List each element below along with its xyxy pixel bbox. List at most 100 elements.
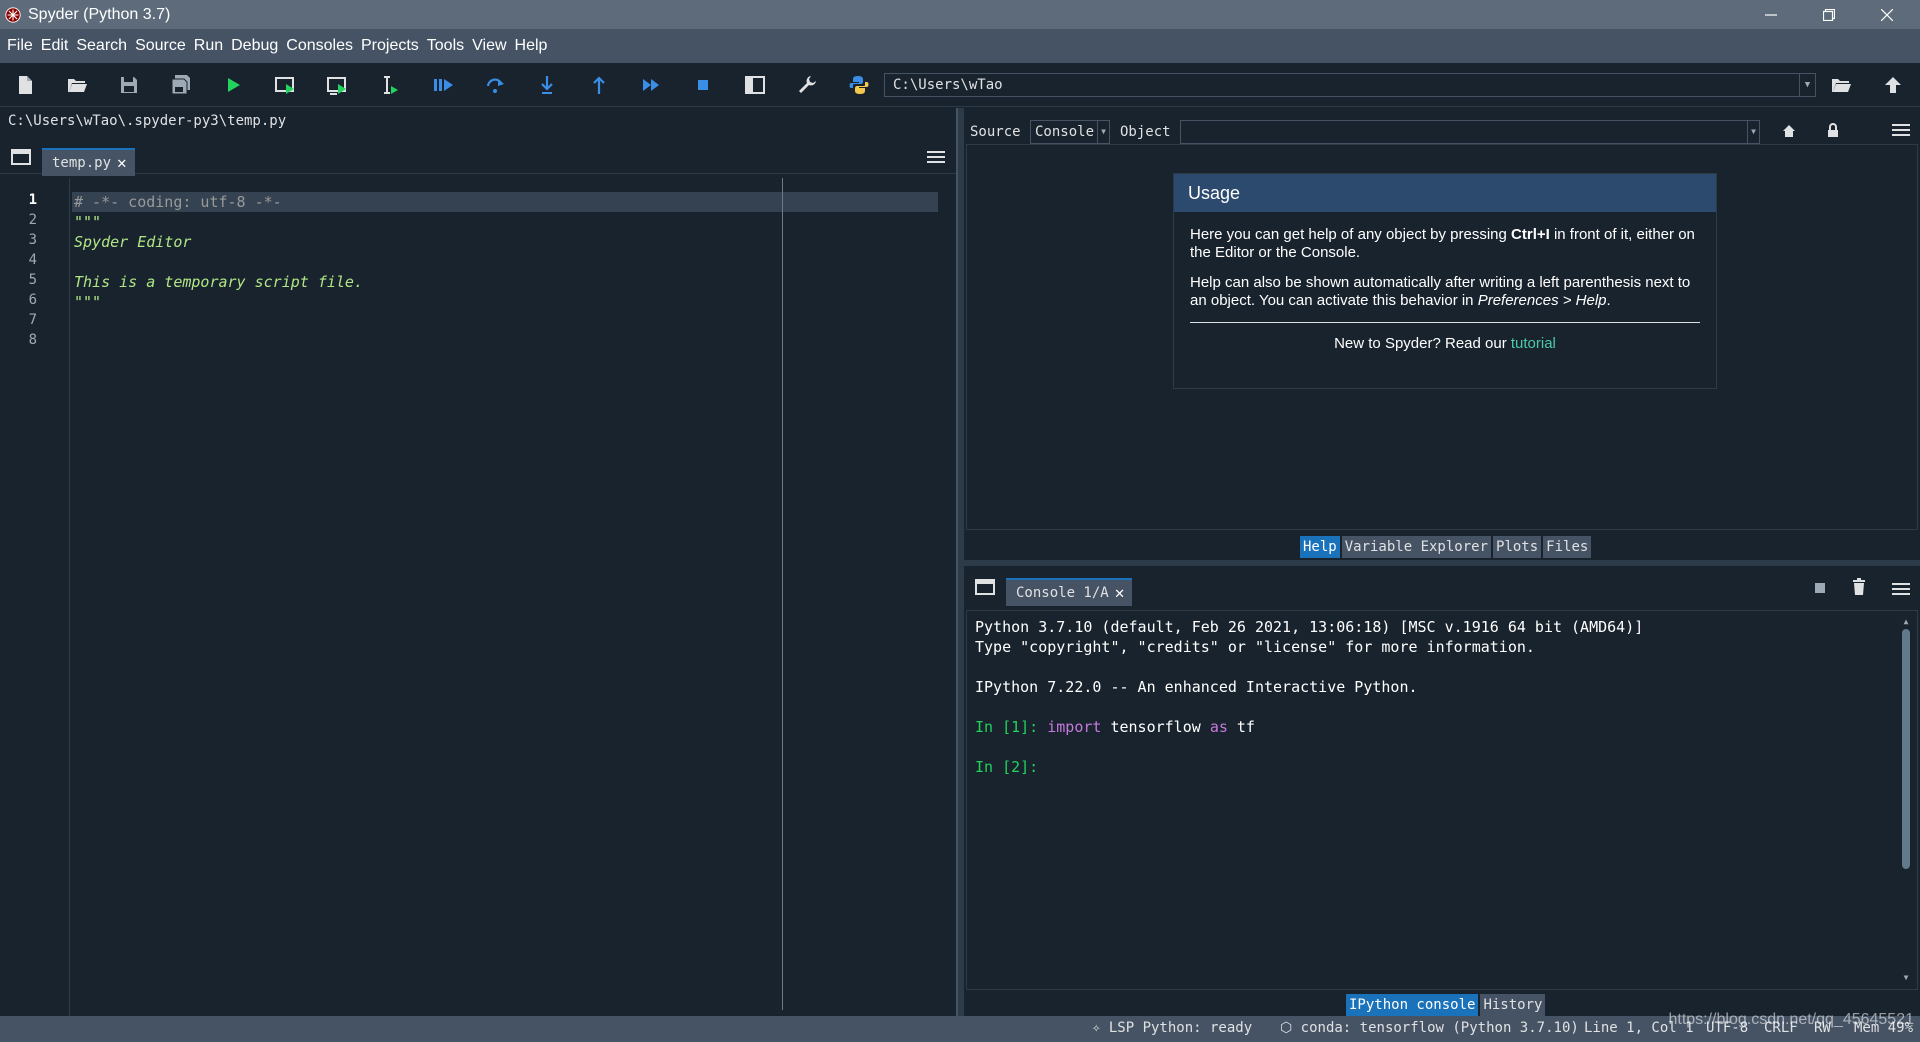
step-over-button[interactable] <box>480 70 510 100</box>
editor-options-menu-icon[interactable] <box>927 151 945 165</box>
console-pane: Console 1/A ✕ Python 3.7.10 (default, Fe… <box>964 566 1920 1016</box>
tab-console-1a[interactable]: Console 1/A ✕ <box>1006 578 1133 606</box>
console-scrollbar[interactable]: ▲ ▼ <box>1901 617 1911 983</box>
wrench-icon <box>799 76 816 93</box>
step-over-icon <box>486 78 504 93</box>
scrollbar-thumb[interactable] <box>1902 629 1910 869</box>
continue-button[interactable] <box>636 70 666 100</box>
new-file-button[interactable] <box>10 70 40 100</box>
save-icon <box>121 77 137 93</box>
object-combo[interactable]: ▼ <box>1180 120 1760 144</box>
browse-directory-button[interactable] <box>1826 70 1856 100</box>
continue-icon <box>643 79 659 91</box>
spyder-logo-icon <box>5 6 21 23</box>
source-label: Source <box>970 124 1021 140</box>
code-line: This is a temporary script file. <box>74 273 363 291</box>
tab-help[interactable]: Help <box>1300 536 1340 558</box>
maximize-pane-button[interactable] <box>740 70 770 100</box>
run-cell-advance-button[interactable] <box>322 70 352 100</box>
play-icon <box>228 78 240 92</box>
chevron-down-icon[interactable]: ▼ <box>1799 74 1815 96</box>
pythonpath-manager-button[interactable] <box>844 70 874 100</box>
ipython-console-output[interactable]: Python 3.7.10 (default, Feb 26 2021, 13:… <box>966 610 1918 990</box>
lock-icon[interactable] <box>1826 123 1840 138</box>
close-window-button[interactable] <box>1858 0 1916 29</box>
run-selection-icon <box>384 76 398 94</box>
tab-label: temp.py <box>52 155 112 171</box>
editor-pane: C:\Users\wTao\.spyder-py3\temp.py temp.p… <box>0 108 958 1016</box>
stop-debug-button[interactable] <box>688 70 718 100</box>
main-toolbar: C:\Users\wTao ▼ <box>0 63 1920 107</box>
line-number: 7 <box>28 312 37 328</box>
debug-button[interactable] <box>428 70 458 100</box>
menu-search[interactable]: Search <box>72 29 131 63</box>
tab-history[interactable]: History <box>1480 994 1546 1016</box>
usage-panel: Usage Here you can get help of any objec… <box>1173 173 1717 389</box>
working-directory-combo[interactable]: C:\Users\wTao ▼ <box>884 73 1816 97</box>
tab-variable-explorer[interactable]: Variable Explorer <box>1341 536 1492 558</box>
arrow-up-icon <box>1885 77 1901 93</box>
working-directory-value: C:\Users\wTao <box>893 77 1003 93</box>
code-editor[interactable]: # -*- coding: utf-8 -*- """ Spyder Editor T… <box>72 178 942 1016</box>
trash-icon[interactable] <box>1852 578 1866 596</box>
menu-file[interactable]: File <box>3 29 37 63</box>
menu-run[interactable]: Run <box>190 29 227 63</box>
run-file-button[interactable] <box>218 70 248 100</box>
source-combo[interactable]: Console ▼ <box>1030 120 1110 144</box>
minimize-button[interactable] <box>1742 0 1800 29</box>
preferences-button[interactable] <box>792 70 822 100</box>
menu-view[interactable]: View <box>468 29 510 63</box>
line-number: 2 <box>28 212 37 228</box>
save-all-button[interactable] <box>166 70 196 100</box>
new-file-icon <box>19 76 32 94</box>
source-value: Console <box>1035 124 1095 140</box>
tab-files[interactable]: Files <box>1543 536 1592 558</box>
scroll-down-icon[interactable]: ▼ <box>1901 973 1911 983</box>
console-input-2[interactable]: In [2]: <box>975 757 1038 777</box>
restore-button[interactable] <box>1800 0 1858 29</box>
close-icon <box>1881 8 1893 21</box>
editor-tab-bar: temp.py ✕ <box>0 142 956 176</box>
menu-tools[interactable]: Tools <box>423 29 468 63</box>
line-number: 1 <box>28 192 37 208</box>
console-banner-line-1: Python 3.7.10 (default, Feb 26 2021, 13:… <box>975 618 1644 636</box>
menu-consoles[interactable]: Consoles <box>282 29 357 63</box>
menu-help[interactable]: Help <box>511 29 552 63</box>
browse-tabs-icon[interactable] <box>975 578 995 596</box>
menu-source[interactable]: Source <box>131 29 190 63</box>
code-line: """ <box>74 213 102 231</box>
menu-projects[interactable]: Projects <box>357 29 423 63</box>
stop-kernel-icon[interactable] <box>1814 582 1826 594</box>
menu-debug[interactable]: Debug <box>227 29 282 63</box>
python-icon <box>849 76 869 94</box>
line-number: 4 <box>28 252 37 268</box>
scroll-up-icon[interactable]: ▲ <box>1901 617 1911 627</box>
close-icon[interactable]: ✕ <box>117 155 127 171</box>
usage-divider <box>1190 322 1700 323</box>
step-return-button[interactable] <box>584 70 614 100</box>
tab-plots[interactable]: Plots <box>1493 536 1542 558</box>
parent-directory-button[interactable] <box>1878 70 1908 100</box>
chevron-down-icon: ▼ <box>1747 121 1759 143</box>
tab-label: Console 1/A <box>1016 585 1109 601</box>
usage-title: Usage <box>1174 174 1716 212</box>
menu-edit[interactable]: Edit <box>37 29 73 63</box>
open-file-button[interactable] <box>62 70 92 100</box>
home-icon[interactable] <box>1782 124 1796 138</box>
line-number: 6 <box>28 292 37 308</box>
close-icon[interactable]: ✕ <box>1115 585 1125 601</box>
object-label: Object <box>1120 124 1171 140</box>
save-button[interactable] <box>114 70 144 100</box>
restore-icon <box>1823 8 1835 21</box>
tab-temp-py[interactable]: temp.py ✕ <box>42 148 135 176</box>
run-cell-button[interactable] <box>270 70 300 100</box>
lsp-status: ✧ LSP Python: ready <box>1092 1020 1253 1036</box>
step-into-button[interactable] <box>532 70 562 100</box>
help-options-menu-icon[interactable] <box>1892 124 1910 138</box>
browse-tabs-icon[interactable] <box>11 148 31 166</box>
watermark-text: https://blog.csdn.net/qq_45645521 <box>1668 1011 1914 1028</box>
tutorial-link[interactable]: tutorial <box>1511 335 1556 352</box>
console-options-menu-icon[interactable] <box>1892 583 1910 597</box>
run-selection-button[interactable] <box>374 70 404 100</box>
tab-ipython-console[interactable]: IPython console <box>1346 994 1479 1016</box>
